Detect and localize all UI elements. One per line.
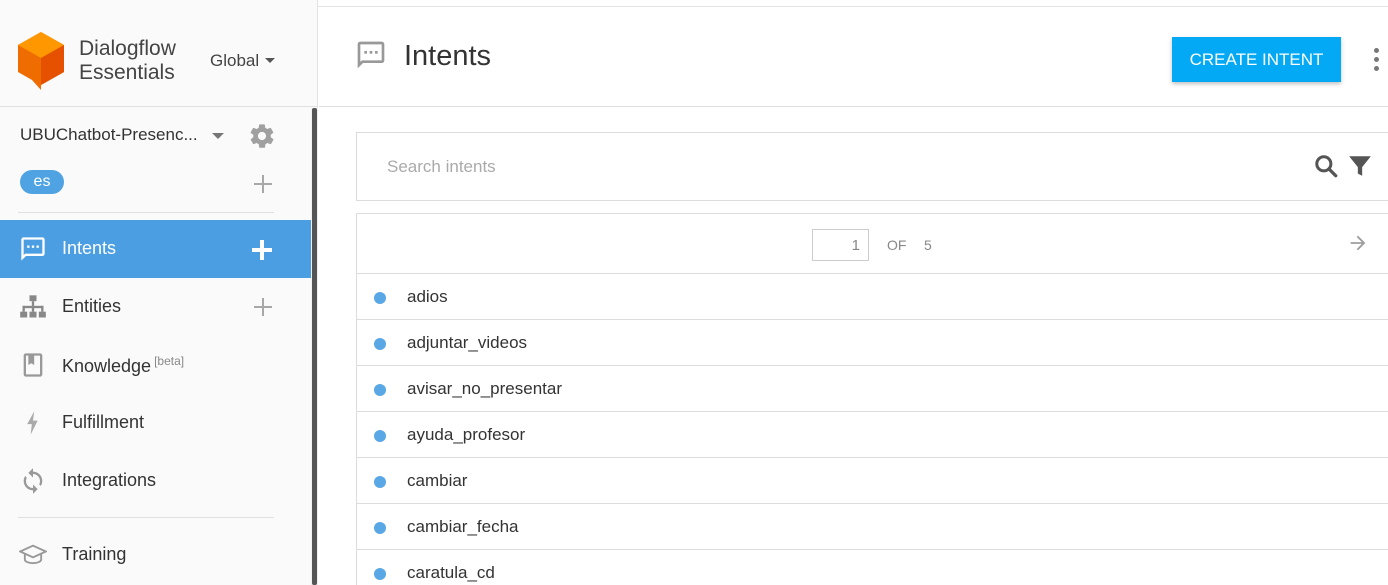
- add-entity-icon[interactable]: [254, 298, 272, 316]
- status-dot: [374, 476, 386, 488]
- intent-name: adjuntar_videos: [407, 333, 528, 352]
- sidebar-item-label: Training: [62, 544, 127, 564]
- status-dot: [374, 384, 386, 396]
- lightning-bolt-icon: [27, 411, 38, 435]
- sidebar-item-training[interactable]: Training: [0, 526, 311, 584]
- pager-total: 5: [924, 237, 932, 253]
- brand-area: Dialogflow Essentials Global: [0, 8, 318, 107]
- search-bar: [356, 132, 1388, 201]
- status-dot: [374, 338, 386, 350]
- knowledge-label: Knowledge: [62, 356, 152, 376]
- status-dot: [374, 522, 386, 534]
- sidebar-item-label: Entities: [62, 296, 122, 316]
- intent-name: avisar_no_presentar: [407, 379, 562, 398]
- brand-name-line2: Essentials: [79, 61, 175, 84]
- sidebar-scrollbar[interactable]: [311, 108, 318, 585]
- pagination: OF 5: [357, 214, 1388, 274]
- pager-of-label: OF: [887, 237, 907, 253]
- status-dot: [374, 430, 386, 442]
- sidebar-item-intents[interactable]: Intents: [0, 220, 311, 278]
- list-item[interactable]: avisar_no_presentar: [357, 366, 1388, 412]
- list-item[interactable]: adjuntar_videos: [357, 320, 1388, 366]
- search-input[interactable]: [387, 155, 1187, 179]
- chat-bubble-icon: [21, 237, 45, 261]
- gear-icon[interactable]: [248, 122, 276, 150]
- arrow-right-icon[interactable]: [1347, 232, 1369, 254]
- book-icon: [23, 353, 43, 377]
- sidebar-item-fulfillment[interactable]: Fulfillment: [0, 394, 311, 452]
- status-dot: [374, 568, 386, 580]
- dialogflow-logo-icon: [18, 32, 64, 90]
- intents-list: OF 5 adios adjuntar_videos avisar_no_pre…: [356, 213, 1388, 585]
- filter-icon[interactable]: [1347, 153, 1373, 179]
- chevron-down-icon: [265, 58, 276, 63]
- language-badge[interactable]: es: [20, 170, 64, 194]
- intent-name: cambiar: [407, 471, 468, 490]
- page-title: Intents: [404, 40, 492, 72]
- beta-badge: [beta]: [154, 354, 185, 368]
- list-item[interactable]: adios: [357, 274, 1388, 320]
- create-intent-button[interactable]: CREATE INTENT: [1172, 37, 1341, 82]
- sidebar-item-label: Knowledge [beta]: [62, 354, 184, 377]
- hierarchy-icon: [20, 295, 46, 318]
- list-item[interactable]: cambiar_fecha: [357, 504, 1388, 550]
- search-icon[interactable]: [1313, 153, 1339, 179]
- add-intent-icon[interactable]: [252, 240, 272, 260]
- sidebar-item-label: Integrations: [62, 470, 157, 490]
- sidebar: Dialogflow Essentials Global UBUChatbot-…: [0, 0, 318, 585]
- sidebar-item-label: Fulfillment: [62, 412, 145, 432]
- app: Dialogflow Essentials Global UBUChatbot-…: [0, 0, 1388, 585]
- add-language-icon[interactable]: [254, 175, 272, 193]
- intent-name: caratula_cd: [407, 563, 495, 582]
- status-dot: [374, 292, 386, 304]
- sidebar-item-label: Intents: [62, 238, 117, 258]
- list-item[interactable]: caratula_cd: [357, 550, 1388, 585]
- page-header: Intents CREATE INTENT: [319, 8, 1388, 107]
- page-number-input[interactable]: [812, 229, 869, 261]
- list-item[interactable]: ayuda_profesor: [357, 412, 1388, 458]
- intent-name: ayuda_profesor: [407, 425, 526, 444]
- agent-dropdown-caret-icon[interactable]: [212, 133, 224, 139]
- graduation-cap-icon: [19, 544, 47, 565]
- agent-selector[interactable]: UBUChatbot-Presenc...: [20, 125, 200, 145]
- region-label: Global: [210, 51, 260, 70]
- intent-name: adios: [407, 287, 448, 306]
- intent-name: cambiar_fecha: [407, 517, 519, 536]
- list-item[interactable]: cambiar: [357, 458, 1388, 504]
- more-options-icon[interactable]: [1373, 48, 1381, 72]
- brand-name: Dialogflow Essentials: [79, 37, 176, 85]
- brand-name-line1: Dialogflow: [79, 37, 176, 60]
- divider: [18, 212, 274, 213]
- sidebar-item-knowledge[interactable]: Knowledge [beta]: [0, 336, 311, 394]
- sidebar-item-integrations[interactable]: Integrations: [0, 452, 311, 510]
- scrollbar-thumb[interactable]: [312, 108, 317, 585]
- divider: [18, 517, 274, 518]
- sidebar-item-entities[interactable]: Entities: [0, 278, 311, 336]
- chat-bubble-icon: [357, 41, 385, 69]
- region-dropdown[interactable]: Global: [210, 51, 276, 71]
- sync-icon: [23, 468, 43, 494]
